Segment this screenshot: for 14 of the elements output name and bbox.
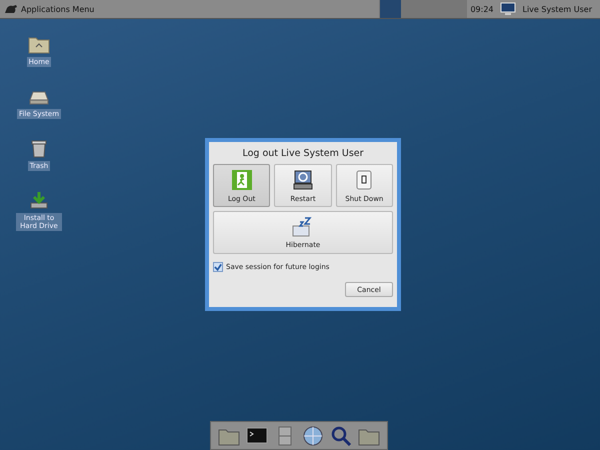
clock: 09:24 [469,4,494,14]
workspace-button[interactable] [379,0,402,18]
globe-icon[interactable] [302,426,324,446]
exit-icon [230,168,253,190]
user-name[interactable]: Live System User [518,4,600,14]
applications-menu[interactable]: Applications Menu [0,0,98,18]
sleep-icon [292,216,314,236]
checkbox-icon[interactable] [213,262,223,272]
dialog-title: Log out Live System User [241,147,365,161]
search-icon[interactable] [330,426,352,446]
terminal-icon[interactable] [246,426,268,446]
install-icon[interactable] [28,190,50,210]
computer-icon [292,168,314,190]
monitor-icon[interactable] [500,2,516,16]
